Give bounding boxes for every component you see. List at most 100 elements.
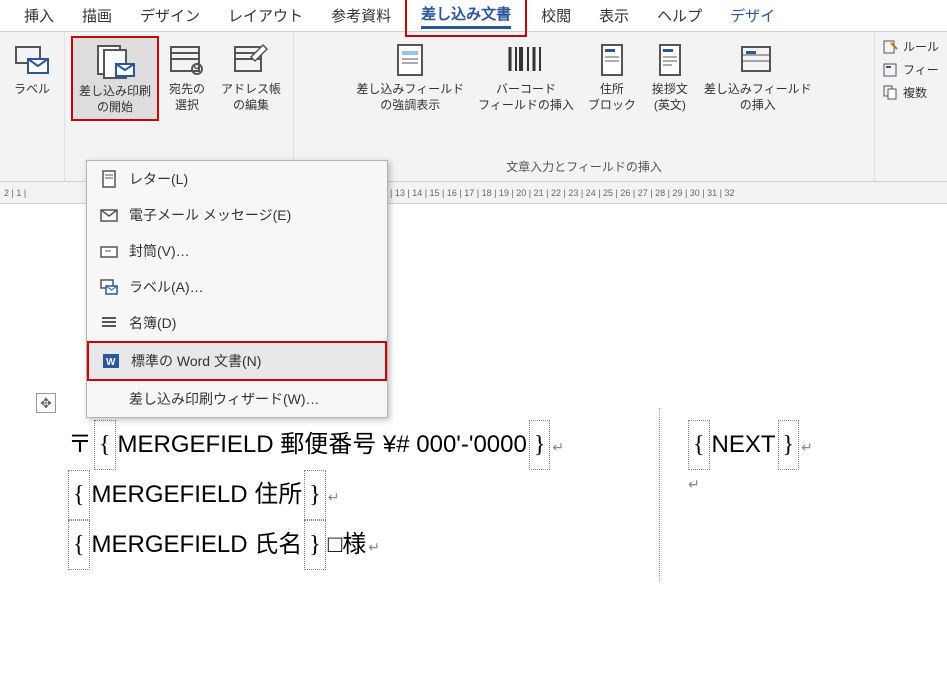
start-merge-dropdown: レター(L) 電子メール メッセージ(E) 封筒(V)… ラベル(A)… 名簿(… xyxy=(86,160,388,418)
menu-normal-word-doc-label: 標準の Word 文書(N) xyxy=(131,351,261,371)
select-recipients-button[interactable]: 宛先の 選択 xyxy=(161,36,213,117)
menu-envelope[interactable]: 封筒(V)… xyxy=(87,233,387,269)
barcode-icon xyxy=(506,40,546,80)
multiple-icon xyxy=(883,85,899,101)
highlight-fields-icon xyxy=(390,40,430,80)
paragraph-mark: ↵ xyxy=(688,470,700,498)
name-suffix: □様 xyxy=(328,521,367,569)
brace-open: { xyxy=(68,470,90,520)
ruler-left: 2 | 1 | xyxy=(4,188,26,198)
match-fields-button[interactable]: フィー xyxy=(879,59,943,80)
label-cell-2[interactable]: { NEXT } ↵ ↵ xyxy=(680,408,940,510)
directory-icon xyxy=(99,313,119,333)
word-doc-icon: W xyxy=(101,351,121,371)
group-start: 差し込み印刷 の開始 宛先の 選択 アドレス帳 の編集 xyxy=(65,32,294,181)
brace-close: } xyxy=(529,420,551,470)
highlight-fields-button[interactable]: 差し込みフィールド の強調表示 xyxy=(350,36,470,117)
greeting-label: 挨拶文 (英文) xyxy=(652,82,688,113)
menu-wizard[interactable]: 差し込み印刷ウィザード(W)… xyxy=(87,381,387,417)
labels-icon xyxy=(12,40,52,80)
tab-insert[interactable]: 挿入 xyxy=(10,0,68,32)
paragraph-mark: ↵ xyxy=(368,533,380,561)
match-fields-label: フィー xyxy=(903,61,939,78)
greeting-icon xyxy=(650,40,690,80)
rules-button[interactable]: ルール xyxy=(879,36,943,57)
rules-label: ルール xyxy=(903,38,939,55)
group-write-insert: 差し込みフィールド の強調表示 バーコード フィールドの挿入 住所 ブロック 挨… xyxy=(294,32,875,181)
menu-normal-word-doc[interactable]: W 標準の Word 文書(N) xyxy=(87,341,387,381)
start-mail-merge-button[interactable]: 差し込み印刷 の開始 xyxy=(71,36,159,121)
start-mail-merge-label: 差し込み印刷 の開始 xyxy=(79,84,151,115)
write-insert-group-label: 文章入力とフィールドの挿入 xyxy=(506,156,662,177)
match-fields-icon xyxy=(883,62,899,78)
menu-envelope-label: 封筒(V)… xyxy=(129,241,190,261)
tab-layout[interactable]: レイアウト xyxy=(214,0,317,32)
labels-label: ラベル xyxy=(14,82,50,98)
start-mail-merge-icon xyxy=(95,42,135,82)
brace-open: { xyxy=(688,420,710,470)
tab-draw[interactable]: 描画 xyxy=(68,0,126,32)
brace-open: { xyxy=(68,520,90,570)
tab-help[interactable]: ヘルプ xyxy=(643,0,716,32)
multiple-labels-button[interactable]: 複数 xyxy=(879,82,943,103)
brace-close: } xyxy=(304,470,326,520)
address-block-icon xyxy=(592,40,632,80)
menu-email-label: 電子メール メッセージ(E) xyxy=(129,205,291,225)
table-move-handle[interactable]: ✥ xyxy=(36,393,56,413)
envelope-icon xyxy=(99,241,119,261)
mergefield-address: MERGEFIELD 住所 xyxy=(92,471,303,519)
rules-icon xyxy=(883,39,899,55)
tab-view[interactable]: 表示 xyxy=(585,0,643,32)
insert-field-icon xyxy=(738,40,778,80)
address-block-label: 住所 ブロック xyxy=(588,82,636,113)
tab-table-design[interactable]: デザイ xyxy=(716,0,789,32)
tab-references[interactable]: 参考資料 xyxy=(317,0,405,32)
menu-label[interactable]: ラベル(A)… xyxy=(87,269,387,305)
brace-close: } xyxy=(778,420,800,470)
menu-directory-label: 名簿(D) xyxy=(129,313,176,333)
menu-label-label: ラベル(A)… xyxy=(129,277,204,297)
postal-prefix: 〒 xyxy=(68,421,92,469)
blank-icon xyxy=(99,389,119,409)
edit-recipients-label: アドレス帳 の編集 xyxy=(221,82,281,113)
paragraph-mark: ↵ xyxy=(801,433,813,461)
tab-mailings-label: 差し込み文書 xyxy=(421,6,511,23)
edit-recipients-button[interactable]: アドレス帳 の編集 xyxy=(215,36,287,117)
labels-button[interactable]: ラベル xyxy=(6,36,58,102)
ribbon-tab-bar: 挿入 描画 デザイン レイアウト 参考資料 差し込み文書 校閲 表示 ヘルプ デ… xyxy=(0,0,947,32)
tab-review[interactable]: 校閲 xyxy=(527,0,585,32)
insert-field-button[interactable]: 差し込みフィールド の挿入 xyxy=(698,36,818,117)
label-cell-1[interactable]: 〒 { MERGEFIELD 郵便番号 ¥# 000'-'0000 } ↵ { … xyxy=(60,408,660,582)
active-underline xyxy=(421,26,511,29)
address-block-button[interactable]: 住所 ブロック xyxy=(582,36,642,117)
highlight-fields-label: 差し込みフィールド の強調表示 xyxy=(356,82,464,113)
menu-directory[interactable]: 名簿(D) xyxy=(87,305,387,341)
barcode-button[interactable]: バーコード フィールドの挿入 xyxy=(472,36,580,117)
brace-close: } xyxy=(304,520,326,570)
brace-open: { xyxy=(94,420,116,470)
mergefield-postal: MERGEFIELD 郵便番号 ¥# 000'-'0000 xyxy=(118,421,527,469)
next-field: NEXT xyxy=(712,421,776,469)
group-rules: ルール フィー 複数 xyxy=(875,32,947,181)
greeting-button[interactable]: 挨拶文 (英文) xyxy=(644,36,696,117)
field-address-line: { MERGEFIELD 住所 } ↵ xyxy=(68,470,651,520)
insert-field-label: 差し込みフィールド の挿入 xyxy=(704,82,812,113)
letter-icon xyxy=(99,169,119,189)
select-recipients-label: 宛先の 選択 xyxy=(169,82,205,113)
paragraph-mark: ↵ xyxy=(552,433,564,461)
svg-text:W: W xyxy=(106,357,116,368)
menu-wizard-label: 差し込み印刷ウィザード(W)… xyxy=(129,389,320,409)
label-icon xyxy=(99,277,119,297)
multiple-label: 複数 xyxy=(903,84,927,101)
ruler-right: | 13 | 14 | 15 | 16 | 17 | 18 | 19 | 20 … xyxy=(390,188,735,198)
menu-letter[interactable]: レター(L) xyxy=(87,161,387,197)
field-name-line: { MERGEFIELD 氏名 } □様 ↵ xyxy=(68,520,651,570)
edit-recipients-icon xyxy=(231,40,271,80)
empty-para: ↵ xyxy=(688,470,932,498)
email-icon xyxy=(99,205,119,225)
menu-email[interactable]: 電子メール メッセージ(E) xyxy=(87,197,387,233)
menu-letter-label: レター(L) xyxy=(129,169,188,189)
select-recipients-icon xyxy=(167,40,207,80)
field-next-line: { NEXT } ↵ xyxy=(688,420,932,470)
tab-design[interactable]: デザイン xyxy=(126,0,214,32)
